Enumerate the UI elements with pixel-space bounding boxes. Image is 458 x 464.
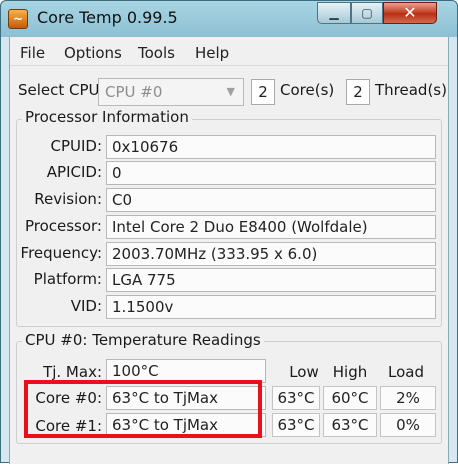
apicid-label: APICID:	[46, 163, 102, 181]
high-header: High	[332, 363, 368, 381]
platform-field: LGA 775	[106, 268, 436, 292]
thread-count: 2	[346, 79, 370, 105]
menu-file[interactable]: File	[20, 44, 45, 62]
maximize-icon: ▢	[361, 6, 373, 20]
cpuid-field: 0x10676	[106, 135, 436, 159]
processor-info-title: Processor Information	[22, 108, 192, 126]
menu-tools[interactable]: Tools	[138, 44, 175, 62]
core0-high: 60°C	[323, 386, 377, 410]
close-button[interactable]: ✕	[383, 2, 437, 24]
thread-count-label: Thread(s)	[375, 81, 447, 99]
chevron-down-icon: ▼	[226, 85, 235, 98]
core-temp-app-icon[interactable]: ~	[8, 9, 28, 29]
temperature-title: CPU #0: Temperature Readings	[22, 331, 264, 349]
platform-label: Platform:	[33, 270, 102, 288]
load-header: Load	[388, 363, 424, 381]
menu-bar: File Options Tools Help	[10, 37, 448, 66]
cpuid-label: CPUID:	[50, 137, 102, 155]
revision-field: C0	[106, 188, 436, 212]
frequency-field: 2003.70MHz (333.95 x 6.0)	[106, 242, 436, 266]
title-bar[interactable]: ~ Core Temp 0.99.5 ▁ ▢ ✕	[1, 1, 457, 37]
menu-options[interactable]: Options	[64, 44, 122, 62]
frequency-label: Frequency:	[20, 244, 102, 262]
processor-label: Processor:	[24, 217, 102, 235]
close-icon: ✕	[403, 3, 417, 22]
core1-low: 63°C	[272, 413, 320, 437]
cpu-select[interactable]: CPU #0 ▼	[98, 78, 244, 106]
vid-field: 1.1500v	[106, 295, 436, 319]
core0-load: 2%	[380, 386, 436, 410]
window-title: Core Temp 0.99.5	[37, 8, 178, 27]
core0-low: 63°C	[272, 386, 320, 410]
processor-field: Intel Core 2 Duo E8400 (Wolfdale)	[106, 215, 436, 239]
menu-help[interactable]: Help	[195, 44, 229, 62]
core1-load: 0%	[380, 413, 436, 437]
minimize-icon: ▁	[329, 6, 339, 20]
tjmax-label: Tj. Max:	[43, 363, 102, 381]
red-highlight-box	[24, 380, 262, 438]
maximize-button[interactable]: ▢	[351, 2, 383, 24]
core1-high: 63°C	[323, 413, 377, 437]
minimize-button[interactable]: ▁	[317, 2, 351, 24]
revision-label: Revision:	[34, 190, 102, 208]
apicid-field: 0	[106, 161, 436, 185]
cpu-select-value: CPU #0	[105, 83, 163, 101]
select-cpu-label: Select CPU:	[18, 81, 105, 99]
core-count: 2	[251, 79, 275, 105]
core-count-label: Core(s)	[280, 81, 335, 99]
core-temp-window: ~ Core Temp 0.99.5 ▁ ▢ ✕ File Options To…	[0, 0, 458, 464]
vid-label: VID:	[70, 297, 102, 315]
